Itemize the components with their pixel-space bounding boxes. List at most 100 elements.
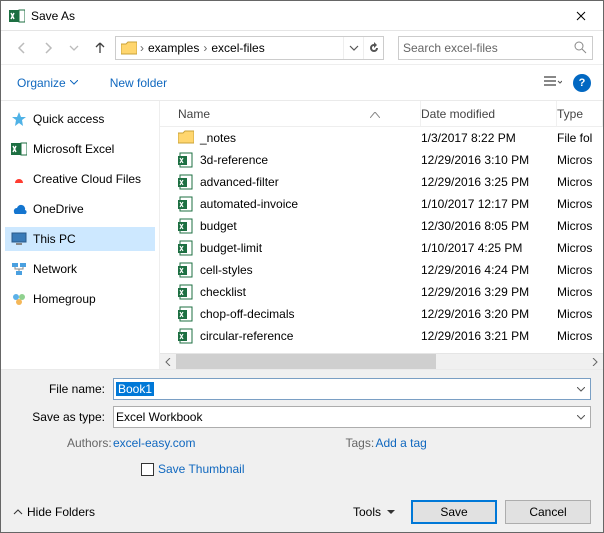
scroll-thumb[interactable] <box>176 354 436 370</box>
file-date: 1/10/2017 12:17 PM <box>421 197 557 211</box>
tools-menu[interactable]: Tools <box>353 505 395 519</box>
sidebar-item[interactable]: Homegroup <box>5 287 155 311</box>
form-area: File name: Book1 Save as type: Excel Wor… <box>1 369 603 492</box>
sidebar-item-label: Homegroup <box>33 292 96 306</box>
star-icon <box>11 111 27 127</box>
new-folder-button[interactable]: New folder <box>106 72 171 94</box>
file-row[interactable]: checklist12/29/2016 3:29 PMMicros <box>160 281 603 303</box>
excel-file-icon <box>178 306 194 322</box>
column-date-label: Date modified <box>421 107 495 121</box>
sidebar-item-label: This PC <box>33 232 76 246</box>
sidebar-item[interactable]: Creative Cloud Files <box>5 167 155 191</box>
column-name[interactable]: Name <box>160 101 421 126</box>
file-row[interactable]: advanced-filter12/29/2016 3:25 PMMicros <box>160 171 603 193</box>
folder-icon <box>120 39 138 57</box>
file-row[interactable]: budget 12/30/2016 8:05 PMMicros <box>160 215 603 237</box>
sidebar-item[interactable]: Quick access <box>5 107 155 131</box>
up-arrow-icon[interactable] <box>89 37 111 59</box>
file-name: automated-invoice <box>200 197 298 211</box>
file-row[interactable]: chop-off-decimals12/29/2016 3:20 PMMicro… <box>160 303 603 325</box>
close-button[interactable] <box>558 1 603 31</box>
file-date: 12/29/2016 3:20 PM <box>421 307 557 321</box>
horizontal-scrollbar[interactable] <box>160 353 603 369</box>
file-row[interactable]: _notes1/3/2017 8:22 PMFile fol <box>160 127 603 149</box>
chevron-down-icon <box>70 80 78 85</box>
column-date[interactable]: Date modified <box>421 101 557 126</box>
file-row[interactable]: cell-styles12/29/2016 4:24 PMMicros <box>160 259 603 281</box>
refresh-icon[interactable] <box>363 37 383 59</box>
breadcrumb[interactable]: › examples › excel-files <box>115 36 384 60</box>
breadcrumb-part[interactable]: excel-files <box>209 41 266 55</box>
saveas-type-select[interactable]: Excel Workbook <box>113 406 591 428</box>
authors-value[interactable]: excel-easy.com <box>113 436 195 450</box>
sidebar-item[interactable]: OneDrive <box>5 197 155 221</box>
cancel-button-label: Cancel <box>529 505 566 519</box>
scroll-right-icon[interactable] <box>587 354 603 370</box>
search-icon <box>572 41 588 54</box>
homegroup-icon <box>11 291 27 307</box>
file-date: 1/3/2017 8:22 PM <box>421 131 557 145</box>
file-row[interactable]: circular-reference12/29/2016 3:21 PMMicr… <box>160 325 603 347</box>
sidebar-item-label: Network <box>33 262 77 276</box>
organize-menu[interactable]: Organize <box>13 72 82 94</box>
file-name: circular-reference <box>200 329 293 343</box>
sidebar-item[interactable]: This PC <box>5 227 155 251</box>
file-type: Micros <box>557 241 603 255</box>
onedrive-icon <box>11 201 27 217</box>
file-name: chop-off-decimals <box>200 307 295 321</box>
file-date: 12/29/2016 3:25 PM <box>421 175 557 189</box>
view-options-icon[interactable] <box>541 71 565 95</box>
filename-dropdown-icon[interactable] <box>572 387 590 392</box>
help-icon[interactable]: ? <box>573 74 591 92</box>
excel-file-icon <box>178 262 194 278</box>
pc-icon <box>11 231 27 247</box>
file-row[interactable]: budget-limit1/10/2017 4:25 PMMicros <box>160 237 603 259</box>
toolbar: Organize New folder ? <box>1 65 603 101</box>
sidebar-item[interactable]: Microsoft Excel <box>5 137 155 161</box>
excel-file-icon <box>178 196 194 212</box>
chevron-up-icon <box>13 507 23 517</box>
column-type[interactable]: Type <box>557 101 603 126</box>
excel-file-icon <box>178 284 194 300</box>
forward-arrow-icon[interactable] <box>37 37 59 59</box>
chevron-down-icon <box>387 510 395 515</box>
file-name: 3d-reference <box>200 153 268 167</box>
recent-dropdown-icon[interactable] <box>63 37 85 59</box>
saveas-dropdown-icon[interactable] <box>572 415 590 420</box>
search-input[interactable]: Search excel-files <box>398 36 593 60</box>
file-type: Micros <box>557 219 603 233</box>
save-button-label: Save <box>440 505 467 519</box>
hide-folders-button[interactable]: Hide Folders <box>13 505 95 519</box>
tags-value[interactable]: Add a tag <box>375 436 426 450</box>
chevron-right-icon: › <box>201 41 209 55</box>
network-icon <box>11 261 27 277</box>
file-date: 12/30/2016 8:05 PM <box>421 219 557 233</box>
file-list[interactable]: _notes1/3/2017 8:22 PMFile fol3d-referen… <box>160 127 603 353</box>
dialog-title: Save As <box>31 9 75 23</box>
file-name: budget-limit <box>200 241 262 255</box>
file-type: Micros <box>557 197 603 211</box>
back-arrow-icon[interactable] <box>11 37 33 59</box>
file-name: budget <box>200 219 237 233</box>
breadcrumb-dropdown-icon[interactable] <box>343 37 363 59</box>
save-button[interactable]: Save <box>411 500 497 524</box>
save-thumbnail-label: Save Thumbnail <box>158 462 245 476</box>
chevron-right-icon: › <box>138 41 146 55</box>
excel-app-icon <box>9 8 25 24</box>
saveas-value: Excel Workbook <box>114 410 572 424</box>
cancel-button[interactable]: Cancel <box>505 500 591 524</box>
save-thumbnail-checkbox[interactable] <box>141 463 154 476</box>
file-row[interactable]: 3d-reference12/29/2016 3:10 PMMicros <box>160 149 603 171</box>
sidebar-item-label: Quick access <box>33 112 104 126</box>
file-row[interactable]: automated-invoice 1/10/2017 12:17 PMMicro… <box>160 193 603 215</box>
scroll-left-icon[interactable] <box>160 354 176 370</box>
sidebar-item[interactable]: Network <box>5 257 155 281</box>
filename-input[interactable]: Book1 <box>113 378 591 400</box>
main-area: Quick access Microsoft Excel Creative Clou… <box>1 101 603 369</box>
file-type: Micros <box>557 285 603 299</box>
excel-file-icon <box>178 218 194 234</box>
file-name: cell-styles <box>200 263 253 277</box>
organize-label: Organize <box>17 76 66 90</box>
filename-value: Book1 <box>116 382 154 396</box>
breadcrumb-part[interactable]: examples <box>146 41 201 55</box>
